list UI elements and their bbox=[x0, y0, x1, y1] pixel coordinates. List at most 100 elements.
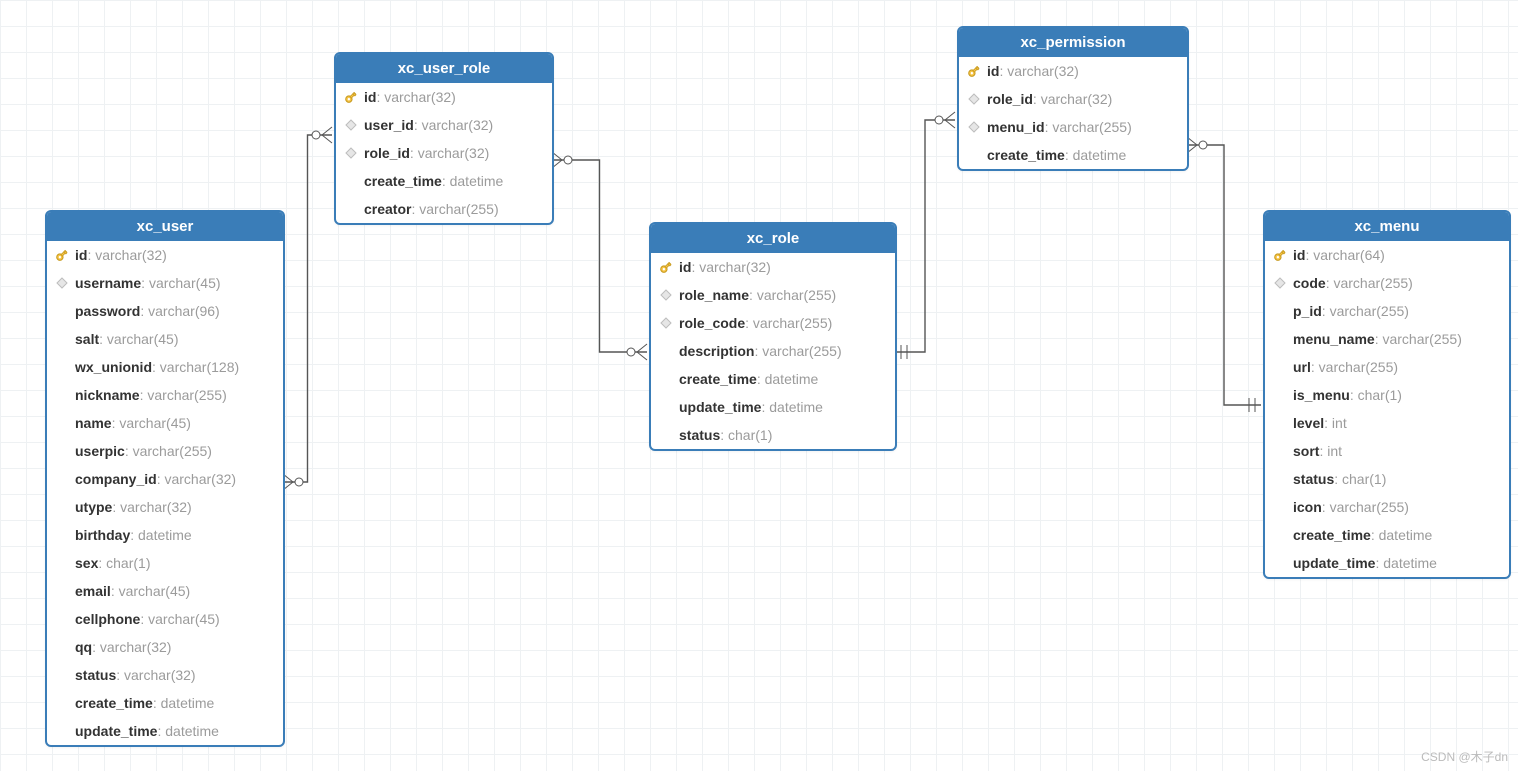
column-name: status bbox=[679, 425, 720, 445]
column-row: id: varchar(32) bbox=[651, 253, 895, 281]
column-row: code: varchar(255) bbox=[1265, 269, 1509, 297]
column-type: varchar(32) bbox=[100, 637, 172, 657]
column-type: varchar(255) bbox=[1330, 301, 1409, 321]
column-row: status: varchar(32) bbox=[47, 661, 283, 689]
column-name: creator bbox=[364, 199, 411, 219]
column-type: char(1) bbox=[1358, 385, 1402, 405]
column-name: menu_id bbox=[987, 117, 1045, 137]
column-type: char(1) bbox=[728, 425, 772, 445]
diamond-icon bbox=[1271, 277, 1289, 289]
column-type: varchar(45) bbox=[149, 273, 221, 293]
column-name: utype bbox=[75, 497, 112, 517]
column-row: birthday: datetime bbox=[47, 521, 283, 549]
entity-xc_role[interactable]: xc_roleid: varchar(32)role_name: varchar… bbox=[649, 222, 897, 451]
column-row: id: varchar(32) bbox=[47, 241, 283, 269]
column-type: int bbox=[1332, 413, 1347, 433]
column-type: datetime bbox=[1383, 553, 1437, 573]
key-icon bbox=[657, 259, 675, 275]
column-name: cellphone bbox=[75, 609, 140, 629]
column-name: wx_unionid bbox=[75, 357, 152, 377]
column-row: create_time: datetime bbox=[336, 167, 552, 195]
column-name: company_id bbox=[75, 469, 157, 489]
column-name: create_time bbox=[1293, 525, 1371, 545]
diamond-icon bbox=[965, 93, 983, 105]
column-type: varchar(255) bbox=[1052, 117, 1131, 137]
column-name: birthday bbox=[75, 525, 130, 545]
column-type: varchar(255) bbox=[147, 385, 226, 405]
column-type: varchar(96) bbox=[148, 301, 220, 321]
column-name: qq bbox=[75, 637, 92, 657]
column-type: varchar(45) bbox=[119, 581, 191, 601]
diamond-icon bbox=[657, 317, 675, 329]
column-type: varchar(32) bbox=[422, 115, 494, 135]
column-name: email bbox=[75, 581, 111, 601]
column-type: varchar(255) bbox=[1330, 497, 1409, 517]
entity-xc_user_role[interactable]: xc_user_roleid: varchar(32)user_id: varc… bbox=[334, 52, 554, 225]
column-type: varchar(255) bbox=[1333, 273, 1412, 293]
column-row: qq: varchar(32) bbox=[47, 633, 283, 661]
column-type: varchar(32) bbox=[164, 469, 236, 489]
column-type: datetime bbox=[1379, 525, 1433, 545]
column-name: code bbox=[1293, 273, 1326, 293]
column-name: role_id bbox=[987, 89, 1033, 109]
column-type: varchar(32) bbox=[1007, 61, 1079, 81]
entity-title: xc_role bbox=[651, 224, 895, 253]
column-type: datetime bbox=[161, 693, 215, 713]
entity-xc_user[interactable]: xc_userid: varchar(32)username: varchar(… bbox=[45, 210, 285, 747]
column-name: update_time bbox=[1293, 553, 1375, 573]
column-name: is_menu bbox=[1293, 385, 1350, 405]
entity-xc_permission[interactable]: xc_permissionid: varchar(32)role_id: var… bbox=[957, 26, 1189, 171]
column-type: datetime bbox=[450, 171, 504, 191]
column-row: role_id: varchar(32) bbox=[959, 85, 1187, 113]
column-type: varchar(255) bbox=[762, 341, 841, 361]
key-icon bbox=[965, 63, 983, 79]
column-type: varchar(32) bbox=[95, 245, 167, 265]
column-name: status bbox=[75, 665, 116, 685]
column-row: url: varchar(255) bbox=[1265, 353, 1509, 381]
column-name: nickname bbox=[75, 385, 140, 405]
column-name: sort bbox=[1293, 441, 1319, 461]
column-row: username: varchar(45) bbox=[47, 269, 283, 297]
column-type: varchar(45) bbox=[119, 413, 191, 433]
column-name: salt bbox=[75, 329, 99, 349]
column-type: varchar(64) bbox=[1313, 245, 1385, 265]
column-row: status: char(1) bbox=[651, 421, 895, 449]
column-row: update_time: datetime bbox=[47, 717, 283, 745]
column-type: char(1) bbox=[106, 553, 150, 573]
column-name: level bbox=[1293, 413, 1324, 433]
column-row: p_id: varchar(255) bbox=[1265, 297, 1509, 325]
column-type: varchar(45) bbox=[107, 329, 179, 349]
column-row: creator: varchar(255) bbox=[336, 195, 552, 223]
column-row: role_code: varchar(255) bbox=[651, 309, 895, 337]
column-row: create_time: datetime bbox=[959, 141, 1187, 169]
column-type: varchar(255) bbox=[133, 441, 212, 461]
column-type: varchar(32) bbox=[384, 87, 456, 107]
entity-xc_menu[interactable]: xc_menuid: varchar(64)code: varchar(255)… bbox=[1263, 210, 1511, 579]
column-row: wx_unionid: varchar(128) bbox=[47, 353, 283, 381]
column-type: datetime bbox=[165, 721, 219, 741]
column-type: char(1) bbox=[1342, 469, 1386, 489]
column-name: status bbox=[1293, 469, 1334, 489]
column-name: id bbox=[75, 245, 87, 265]
column-row: nickname: varchar(255) bbox=[47, 381, 283, 409]
column-type: varchar(255) bbox=[1319, 357, 1398, 377]
column-name: id bbox=[987, 61, 999, 81]
column-name: create_time bbox=[987, 145, 1065, 165]
column-type: varchar(45) bbox=[148, 609, 220, 629]
diamond-icon bbox=[342, 147, 360, 159]
column-name: create_time bbox=[679, 369, 757, 389]
column-type: datetime bbox=[765, 369, 819, 389]
entity-title: xc_user_role bbox=[336, 54, 552, 83]
column-name: icon bbox=[1293, 497, 1322, 517]
column-type: datetime bbox=[138, 525, 192, 545]
column-name: sex bbox=[75, 553, 98, 573]
column-row: cellphone: varchar(45) bbox=[47, 605, 283, 633]
column-name: role_id bbox=[364, 143, 410, 163]
column-row: user_id: varchar(32) bbox=[336, 111, 552, 139]
column-name: create_time bbox=[364, 171, 442, 191]
column-row: email: varchar(45) bbox=[47, 577, 283, 605]
column-row: icon: varchar(255) bbox=[1265, 493, 1509, 521]
column-row: sort: int bbox=[1265, 437, 1509, 465]
column-name: p_id bbox=[1293, 301, 1322, 321]
column-type: varchar(32) bbox=[120, 497, 192, 517]
